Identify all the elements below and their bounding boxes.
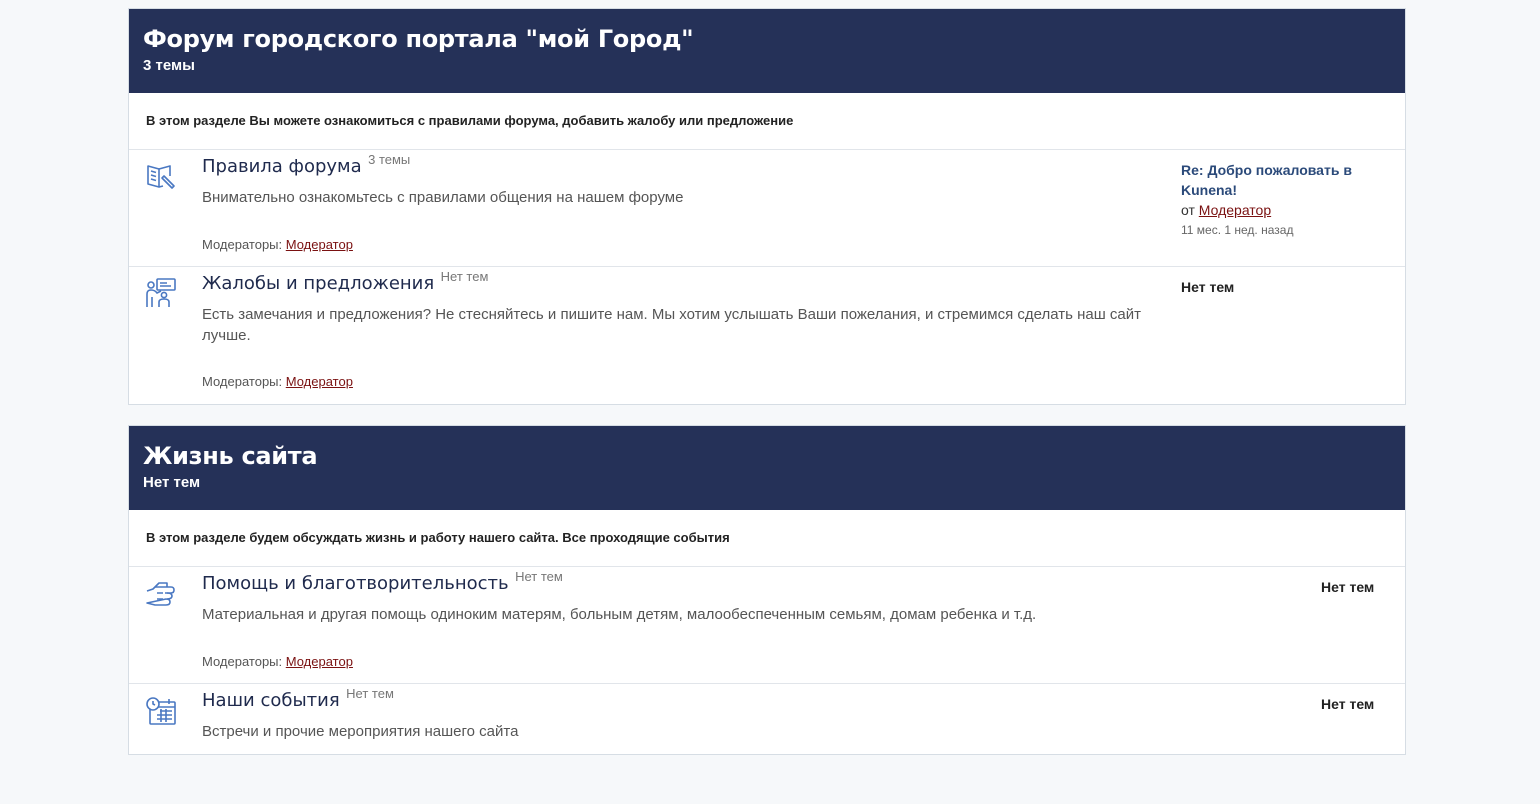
section-title[interactable]: Форум городского портала "мой Город" bbox=[143, 25, 1391, 53]
category-moderators: Модераторы: Модератор bbox=[202, 237, 353, 252]
no-topics-text: Нет тем bbox=[1321, 696, 1375, 712]
moderator-link[interactable]: Модератор bbox=[286, 374, 353, 389]
category-heading: Наши события Нет тем bbox=[202, 686, 394, 711]
category-row: Наши события Нет тем Встречи и прочие ме… bbox=[129, 684, 1405, 804]
section-description: В этом разделе Вы можете ознакомиться с … bbox=[129, 93, 1405, 150]
last-post: Нет тем bbox=[1181, 277, 1371, 297]
category-heading: Жалобы и предложения Нет тем bbox=[202, 269, 488, 294]
category-heading: Помощь и благотворительность Нет тем bbox=[202, 569, 563, 594]
category-link-rules[interactable]: Правила форума bbox=[202, 156, 362, 177]
category-heading: Правила форума 3 темы bbox=[202, 152, 410, 177]
category-link-complaints[interactable]: Жалобы и предложения bbox=[202, 273, 434, 294]
category-description: Есть замечания и предложения? Не стесняй… bbox=[202, 306, 1141, 344]
last-post-time: 11 мес. 1 нед. назад bbox=[1181, 223, 1294, 237]
category-topic-count: Нет тем bbox=[515, 569, 563, 584]
moderator-link[interactable]: Модератор bbox=[286, 237, 353, 252]
category-row: Правила форума 3 темы Внимательно ознако… bbox=[129, 150, 1405, 267]
moderators-label: Модераторы: bbox=[202, 237, 283, 252]
last-author-link[interactable]: Модератор bbox=[1199, 202, 1271, 218]
section-description: В этом разделе будем обсуждать жизнь и р… bbox=[129, 510, 1405, 567]
category-link-events[interactable]: Наши события bbox=[202, 690, 340, 711]
moderators-label: Модераторы: bbox=[202, 654, 283, 669]
calendar-clock-icon bbox=[145, 694, 177, 726]
category-link-charity[interactable]: Помощь и благотворительность bbox=[202, 573, 509, 594]
no-topics-text: Нет тем bbox=[1181, 279, 1235, 295]
last-post: Нет тем bbox=[1321, 694, 1511, 714]
category-topic-count: 3 темы bbox=[368, 152, 411, 167]
book-pencil-icon bbox=[145, 160, 177, 192]
category-description: Внимательно ознакомьтесь с правилами общ… bbox=[202, 189, 684, 206]
category-description: Материальная и другая помощь одиноким ма… bbox=[202, 606, 1037, 623]
category-topic-count: Нет тем bbox=[346, 686, 394, 701]
category-moderators: Модераторы: Модератор bbox=[202, 654, 353, 669]
category-row: Жалобы и предложения Нет тем Есть замеча… bbox=[129, 267, 1405, 403]
section-topic-count: 3 темы bbox=[143, 57, 195, 74]
category-moderators: Модераторы: Модератор bbox=[202, 374, 353, 389]
section-header: Жизнь сайта Нет тем bbox=[129, 426, 1405, 510]
section-topic-count: Нет тем bbox=[143, 474, 201, 491]
forum-section-site-life: Жизнь сайта Нет тем В этом разделе будем… bbox=[128, 425, 1406, 755]
last-post-author: от Модератор bbox=[1181, 200, 1371, 220]
last-topic-link[interactable]: Re: Добро пожаловать в Kunena! bbox=[1181, 162, 1352, 198]
category-row: Помощь и благотворительность Нет тем Мат… bbox=[129, 567, 1405, 684]
last-post: Нет тем bbox=[1321, 577, 1511, 597]
moderator-link[interactable]: Модератор bbox=[286, 654, 353, 669]
forum-section-portal: Форум городского портала "мой Город" 3 т… bbox=[128, 8, 1406, 405]
category-description: Встречи и прочие мероприятия нашего сайт… bbox=[202, 723, 519, 740]
moderators-label: Модераторы: bbox=[202, 374, 283, 389]
people-presentation-icon bbox=[145, 277, 177, 309]
last-post: Re: Добро пожаловать в Kunena! от Модера… bbox=[1181, 160, 1371, 240]
section-header: Форум городского портала "мой Город" 3 т… bbox=[129, 9, 1405, 93]
by-label: от bbox=[1181, 202, 1195, 218]
no-topics-text: Нет тем bbox=[1321, 579, 1375, 595]
section-title[interactable]: Жизнь сайта bbox=[143, 442, 1391, 470]
category-topic-count: Нет тем bbox=[440, 269, 489, 284]
helping-hand-icon bbox=[145, 577, 177, 609]
